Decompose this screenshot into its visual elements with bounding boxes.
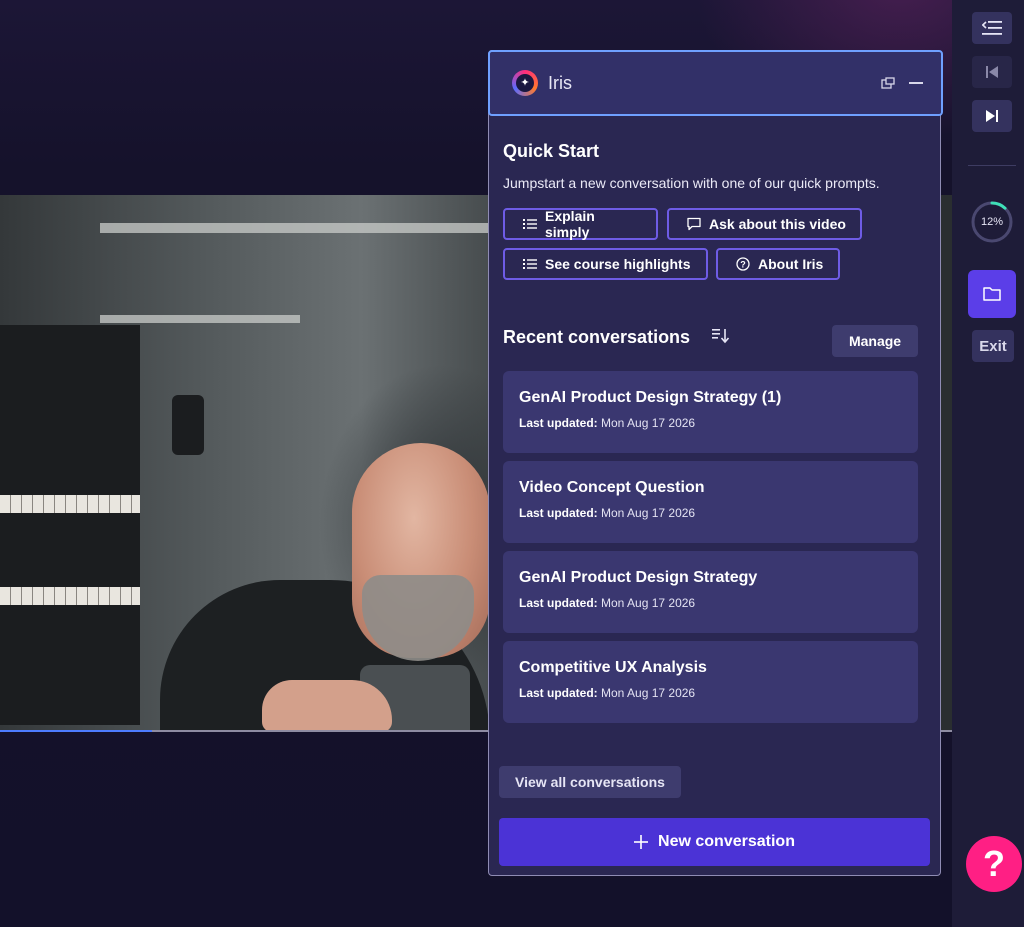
last-updated-value: Mon Aug 17 2026	[601, 596, 696, 610]
iris-logo-icon: ✦	[512, 70, 538, 96]
conversation-meta: Last updated: Mon Aug 17 2026	[519, 506, 902, 520]
exit-button[interactable]: Exit	[972, 330, 1014, 362]
prompt-label: About Iris	[758, 256, 824, 272]
conversation-card[interactable]: Video Concept Question Last updated: Mon…	[503, 461, 918, 543]
course-sidebar: 12% Exit	[952, 0, 1024, 927]
skip-next-icon	[986, 110, 998, 122]
prompt-label: Ask about this video	[709, 216, 846, 232]
next-button[interactable]	[972, 100, 1012, 132]
toggle-contents-button[interactable]	[972, 12, 1012, 44]
sidebar-divider	[968, 165, 1016, 166]
last-updated-label: Last updated:	[519, 506, 598, 520]
new-conversation-button[interactable]: New conversation	[499, 818, 930, 866]
conversation-card[interactable]: Competitive UX Analysis Last updated: Mo…	[503, 641, 918, 723]
prompt-ask-about-video[interactable]: Ask about this video	[667, 208, 862, 240]
conversation-card[interactable]: GenAI Product Design Strategy (1) Last u…	[503, 371, 918, 453]
conversation-card[interactable]: GenAI Product Design Strategy Last updat…	[503, 551, 918, 633]
last-updated-label: Last updated:	[519, 416, 598, 430]
last-updated-value: Mon Aug 17 2026	[601, 416, 696, 430]
shelf	[100, 223, 490, 233]
shelf	[100, 315, 300, 323]
video-progress-fill	[0, 730, 153, 732]
prompt-course-highlights[interactable]: See course highlights	[503, 248, 708, 280]
conversation-title: Video Concept Question	[519, 479, 705, 496]
conversation-title: Competitive UX Analysis	[519, 659, 707, 676]
conversation-meta: Last updated: Mon Aug 17 2026	[519, 416, 902, 430]
manage-button[interactable]: Manage	[832, 325, 918, 357]
help-button[interactable]: ?	[966, 836, 1022, 892]
iris-panel: ✦ Iris Quick Start Jumpstart a new conve…	[488, 50, 943, 876]
last-updated-value: Mon Aug 17 2026	[601, 506, 696, 520]
skip-previous-icon	[986, 66, 998, 78]
list-icon	[523, 259, 537, 269]
popout-icon[interactable]	[877, 72, 899, 94]
prompt-explain-simply[interactable]: Explain simply	[503, 208, 658, 240]
svg-text:?: ?	[740, 259, 746, 269]
question-circle-icon: ?	[736, 257, 750, 271]
conversation-title: GenAI Product Design Strategy	[519, 569, 758, 586]
speaker	[172, 395, 204, 455]
prompt-about-iris[interactable]: ? About Iris	[716, 248, 840, 280]
course-files-button[interactable]	[968, 270, 1016, 318]
presenter-hand	[262, 680, 392, 732]
minimize-icon[interactable]	[905, 72, 927, 94]
last-updated-label: Last updated:	[519, 596, 598, 610]
prompt-label: Explain simply	[545, 208, 595, 240]
collapse-menu-icon	[982, 21, 1002, 35]
recent-conversations-title: Recent conversations	[503, 327, 691, 347]
studio-rack	[0, 325, 140, 725]
new-conversation-label: New conversation	[658, 833, 795, 850]
course-progress-value: 12%	[980, 216, 1004, 228]
view-all-conversations-button[interactable]: View all conversations	[499, 766, 681, 798]
sort-icon[interactable]	[712, 328, 730, 349]
iris-title: Iris	[548, 72, 572, 93]
last-updated-label: Last updated:	[519, 686, 598, 700]
quick-start-description: Jumpstart a new conversation with one of…	[503, 175, 880, 191]
iris-header: ✦ Iris	[488, 50, 943, 116]
speech-bubble-icon	[687, 217, 701, 231]
keyboard	[0, 587, 140, 605]
conversation-meta: Last updated: Mon Aug 17 2026	[519, 596, 902, 610]
folder-icon	[983, 287, 1001, 301]
prompt-label: See course highlights	[545, 256, 691, 272]
keyboard	[0, 495, 140, 513]
quick-start-title: Quick Start	[503, 141, 600, 161]
last-updated-value: Mon Aug 17 2026	[601, 686, 696, 700]
list-icon	[523, 219, 537, 229]
plus-icon	[634, 835, 649, 849]
conversation-meta: Last updated: Mon Aug 17 2026	[519, 686, 902, 700]
previous-button[interactable]	[972, 56, 1012, 88]
conversation-title: GenAI Product Design Strategy (1)	[519, 389, 782, 406]
